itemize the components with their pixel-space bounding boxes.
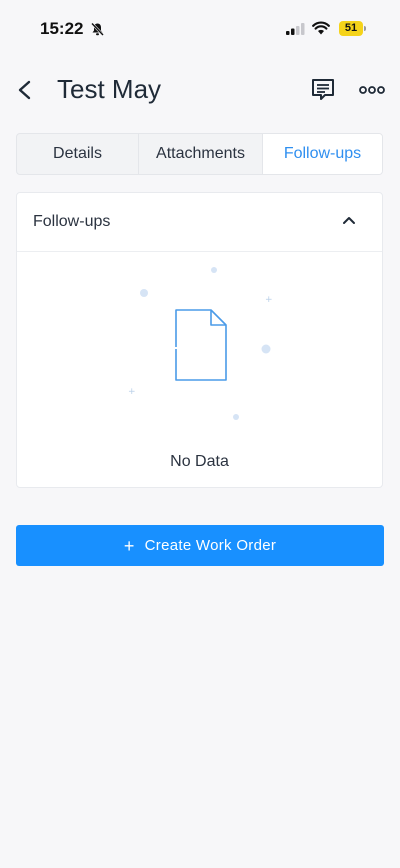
plus-icon: +: [123, 535, 135, 556]
wifi-icon: [312, 21, 330, 35]
chevron-left-icon[interactable]: [14, 76, 38, 104]
message-icon[interactable]: [310, 77, 336, 103]
svg-text:+: +: [265, 295, 273, 305]
tab-follow-ups[interactable]: Follow-ups: [263, 134, 382, 174]
battery-icon: 51: [339, 21, 363, 36]
create-work-order-label: Create Work Order: [144, 537, 277, 554]
tab-details[interactable]: Details: [17, 134, 139, 174]
tab-bar: Details Attachments Follow-ups: [16, 133, 383, 175]
page-title: Test May: [57, 74, 162, 104]
followups-card-header[interactable]: Follow-ups: [17, 193, 382, 252]
followups-card-title: Follow-ups: [33, 213, 111, 230]
signal-icon: [286, 23, 305, 35]
followups-card: Follow-ups + + No Data: [16, 192, 383, 488]
empty-state-illustration: + +: [128, 267, 273, 420]
tab-attachments[interactable]: Attachments: [139, 134, 263, 174]
header: Test May: [0, 60, 400, 120]
status-time: 15:22: [40, 19, 84, 38]
battery-tip: [364, 26, 366, 31]
create-work-order-button[interactable]: + Create Work Order: [16, 525, 384, 566]
chevron-up-icon[interactable]: [342, 215, 356, 225]
bell-slash-icon: [91, 22, 104, 36]
status-bar: 15:22 51: [0, 0, 400, 60]
svg-text:+: +: [128, 387, 136, 397]
no-data-text: No Data: [170, 453, 229, 470]
more-icon[interactable]: [359, 84, 385, 96]
document-icon: [175, 309, 227, 381]
